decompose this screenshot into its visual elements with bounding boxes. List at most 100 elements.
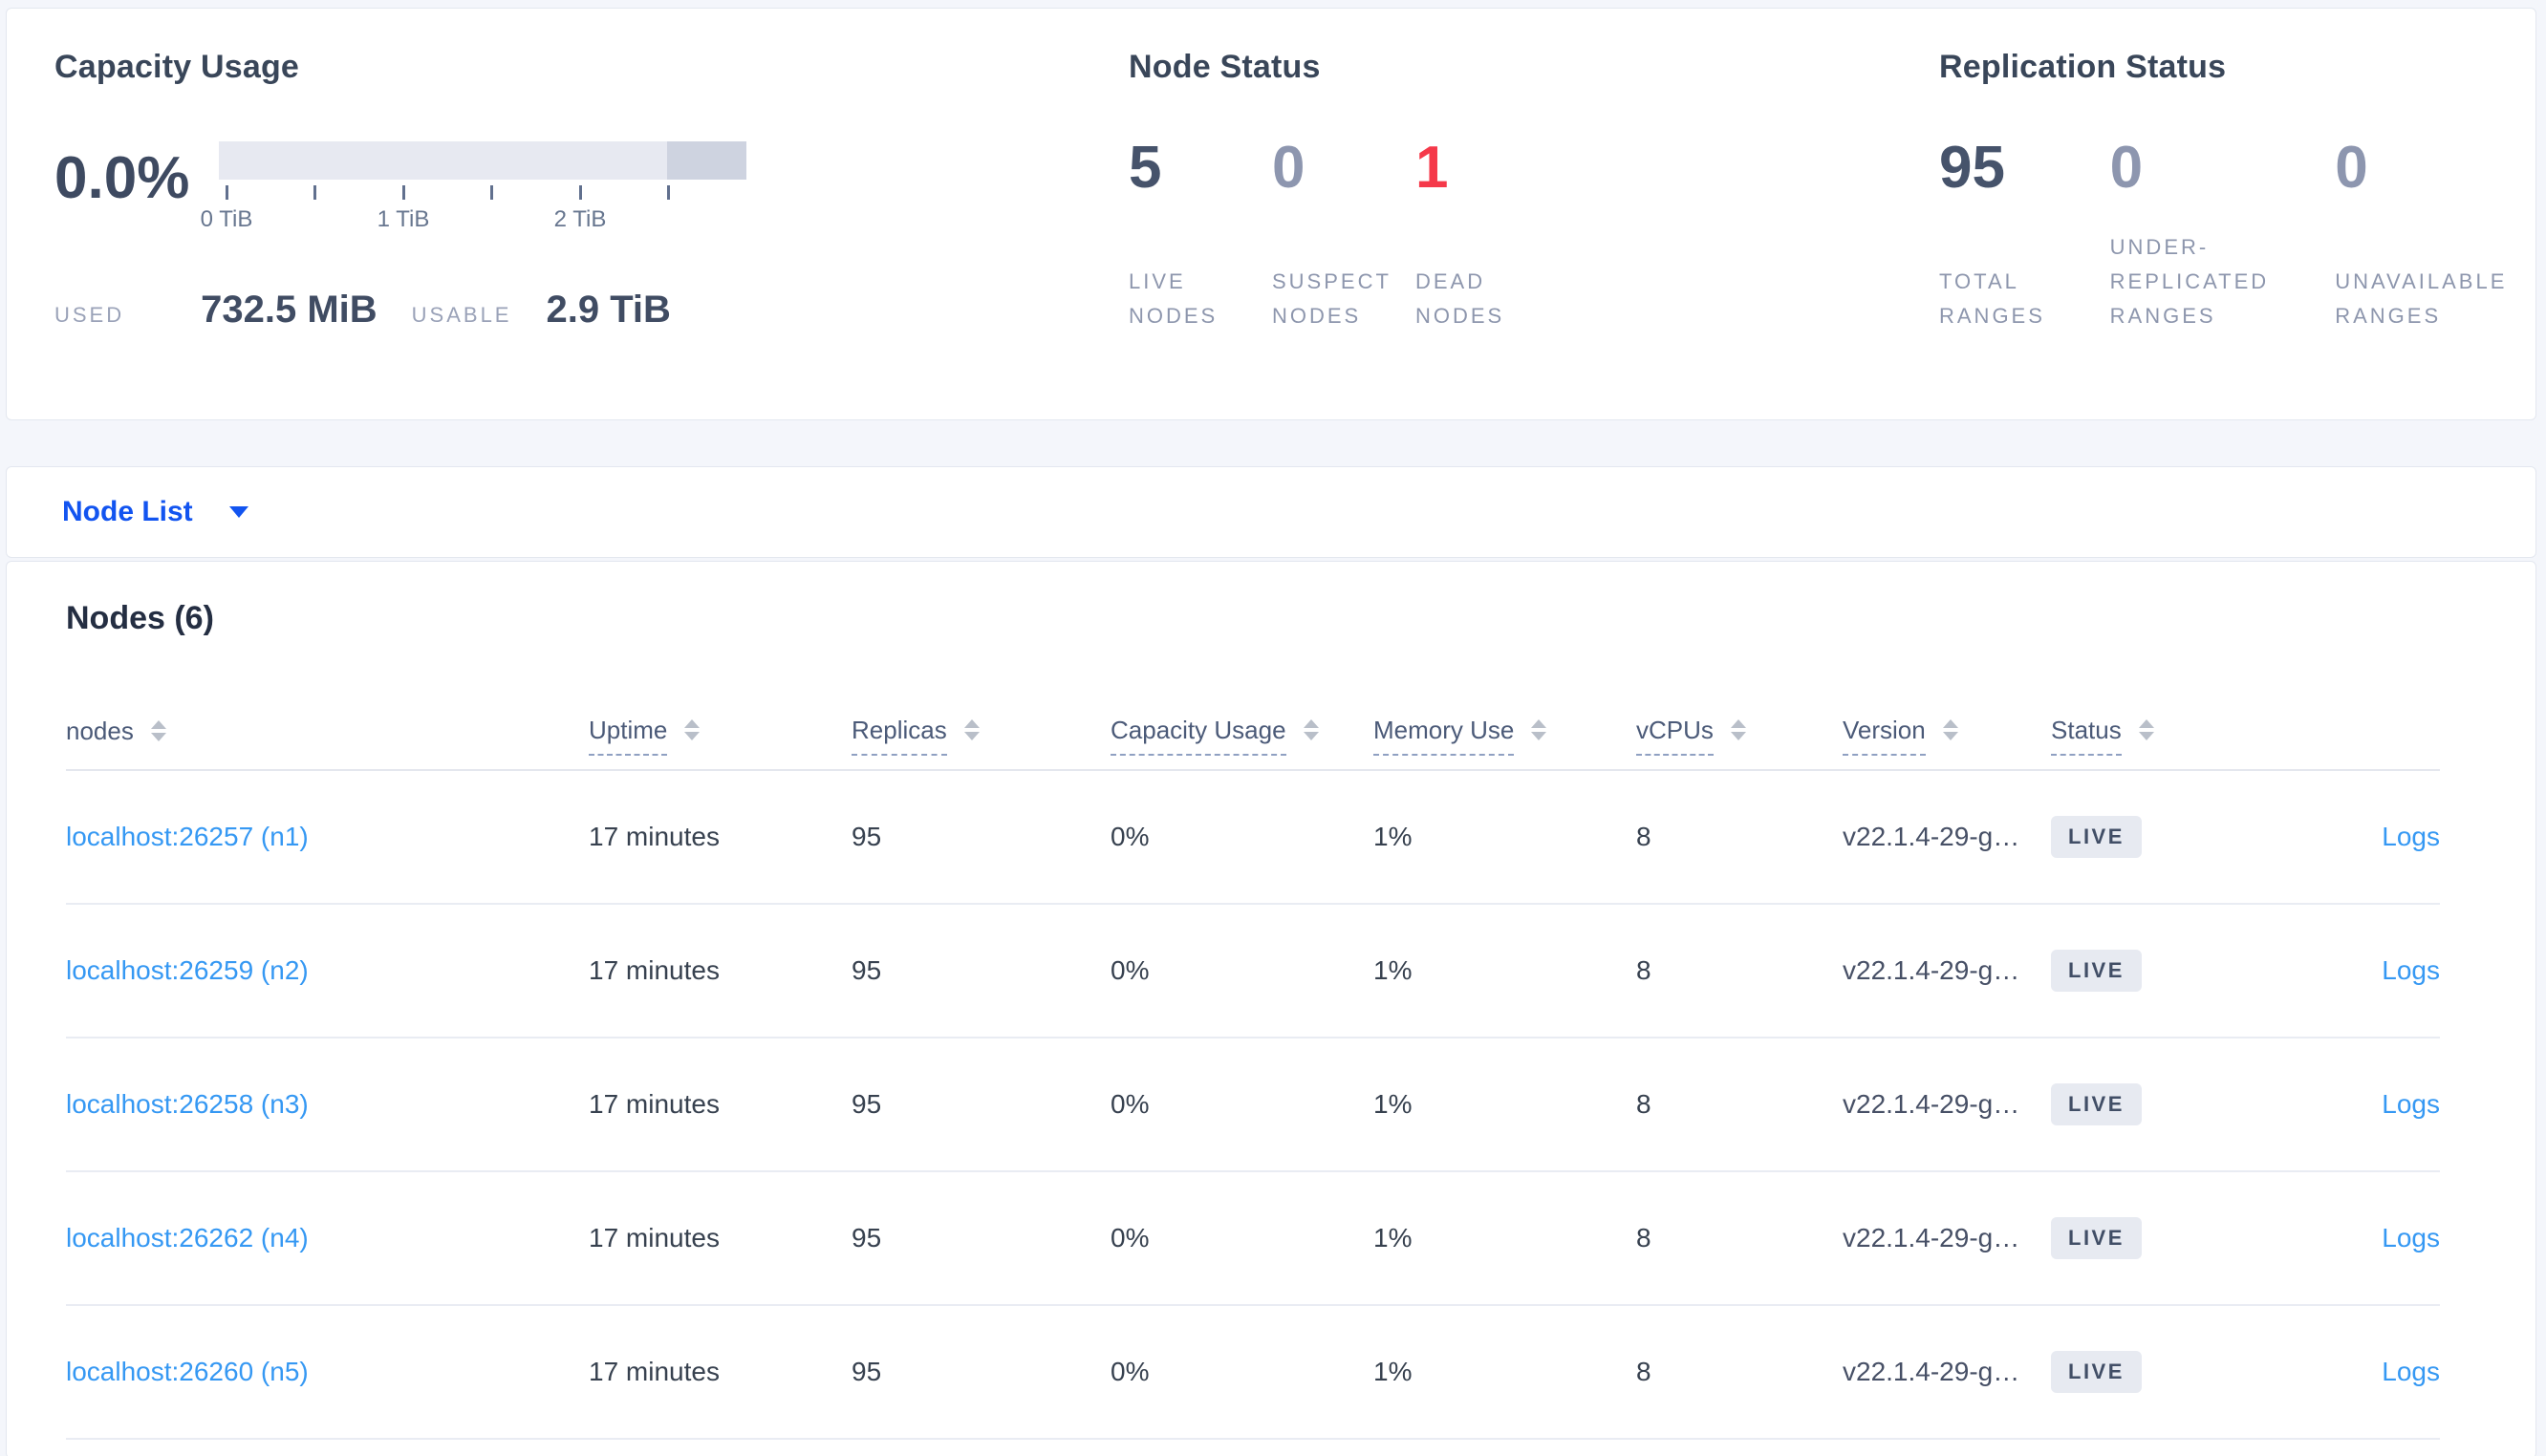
table-row: localhost:26259 (n2) 17 minutes 95 0% 1%…	[66, 905, 2440, 1038]
chevron-down-icon	[228, 506, 248, 518]
table-row: localhost:26262 (n4) 17 minutes 95 0% 1%…	[66, 1172, 2440, 1306]
capacity-usage-title: Capacity Usage	[54, 49, 300, 85]
memory-cell: 1%	[1373, 822, 1413, 851]
capacity-bar-block: 0 TiB 1 TiB 2 TiB	[201, 141, 746, 233]
under-replicated-stat: 0 UNDER-REPLICATED RANGES	[2110, 135, 2336, 332]
sort-icon[interactable]	[150, 720, 166, 741]
version-cell: v22.1.4-29-g…	[1843, 1223, 2020, 1253]
dead-nodes-label: DEAD NODES	[1415, 268, 1505, 328]
node-link[interactable]: localhost:26260 (n5)	[66, 1357, 309, 1386]
column-header-capacity-usage[interactable]: Capacity Usage	[1111, 716, 1373, 756]
capacity-usage-values: USED 732.5 MiB USABLE 2.9 TiB	[54, 289, 1087, 332]
sort-icon[interactable]	[1531, 719, 1547, 740]
suspect-nodes-stat: 0 SUSPECT NODES	[1272, 135, 1415, 332]
memory-cell: 1%	[1373, 955, 1413, 985]
uptime-cell: 17 minutes	[589, 822, 720, 851]
column-header-nodes[interactable]: nodes	[66, 717, 589, 755]
replicas-cell: 95	[852, 822, 882, 851]
column-header-version[interactable]: Version	[1843, 716, 2051, 756]
status-badge: LIVE	[2051, 1083, 2142, 1125]
logs-link[interactable]: Logs	[2382, 1089, 2440, 1119]
column-header-status[interactable]: Status	[2051, 716, 2247, 756]
used-value: 732.5 MiB	[201, 289, 378, 331]
unavailable-ranges-value: 0	[2335, 135, 2368, 201]
logs-link[interactable]: Logs	[2382, 822, 2440, 851]
column-header-vcpus[interactable]: vCPUs	[1636, 716, 1843, 756]
sort-icon[interactable]	[1730, 719, 1746, 740]
live-nodes-value: 5	[1129, 135, 1162, 201]
axis-tick-label: 0 TiB	[200, 206, 253, 232]
version-cell: v22.1.4-29-g…	[1843, 1089, 2020, 1119]
vcpus-cell: 8	[1636, 1223, 1651, 1253]
axis-tick	[667, 185, 670, 200]
used-label: USED	[54, 303, 125, 327]
axis-tick	[226, 185, 228, 200]
replicas-cell: 95	[852, 955, 882, 985]
replicas-cell: 95	[852, 1223, 882, 1253]
usable-label: USABLE	[411, 303, 512, 327]
capacity-cell: 0%	[1111, 822, 1150, 851]
sort-icon[interactable]	[684, 719, 701, 740]
live-nodes-label: LIVE NODES	[1129, 268, 1219, 328]
total-ranges-value: 95	[1939, 135, 2005, 201]
uptime-cell: 17 minutes	[589, 955, 720, 985]
node-link[interactable]: localhost:26259 (n2)	[66, 955, 309, 985]
capacity-bar	[219, 141, 746, 180]
version-cell: v22.1.4-29-g…	[1843, 955, 2020, 985]
capacity-bar-used-segment	[667, 141, 746, 180]
logs-link[interactable]: Logs	[2382, 955, 2440, 985]
view-selector-bar: Node List	[6, 466, 2536, 558]
capacity-gauge: 0.0% 0 TiB 1 TiB 2 TiB	[54, 141, 1087, 233]
replication-status-title: Replication Status	[1939, 49, 2227, 85]
column-header-uptime[interactable]: Uptime	[589, 716, 852, 756]
version-cell: v22.1.4-29-g…	[1843, 1357, 2020, 1386]
vcpus-cell: 8	[1636, 822, 1651, 851]
node-status-title: Node Status	[1129, 49, 1321, 85]
node-link[interactable]: localhost:26262 (n4)	[66, 1223, 309, 1253]
version-cell: v22.1.4-29-g…	[1843, 822, 2020, 851]
memory-cell: 1%	[1373, 1357, 1413, 1386]
node-list-dropdown-label: Node List	[62, 496, 193, 527]
nodes-panel: Nodes (6) nodes Uptime Replicas Capacity…	[6, 561, 2536, 1456]
axis-tick	[490, 185, 493, 200]
sort-icon[interactable]	[1303, 719, 1319, 740]
replicas-cell: 95	[852, 1089, 882, 1119]
node-list-dropdown[interactable]: Node List	[62, 496, 248, 528]
suspect-nodes-label: SUSPECT NODES	[1272, 268, 1392, 328]
sort-icon[interactable]	[1942, 719, 1958, 740]
capacity-cell: 0%	[1111, 1357, 1150, 1386]
axis-tick	[402, 185, 405, 200]
capacity-percent: 0.0%	[54, 145, 190, 211]
logs-link[interactable]: Logs	[2382, 1357, 2440, 1386]
sort-icon[interactable]	[963, 719, 980, 740]
status-badge: LIVE	[2051, 1351, 2142, 1393]
node-link[interactable]: localhost:26258 (n3)	[66, 1089, 309, 1119]
column-header-label: Uptime	[589, 716, 668, 756]
axis-tick-label: 2 TiB	[553, 206, 607, 232]
column-header-label: Capacity Usage	[1111, 716, 1286, 756]
dead-nodes-value: 1	[1415, 135, 1449, 201]
vcpus-cell: 8	[1636, 1357, 1651, 1386]
node-status-section: Node Status 5 LIVE NODES 0 SUSPECT NODES…	[1129, 49, 1931, 332]
unavailable-ranges-label: UNAVAILABLE RANGES	[2335, 268, 2508, 328]
memory-cell: 1%	[1373, 1089, 1413, 1119]
logs-link[interactable]: Logs	[2382, 1223, 2440, 1253]
axis-tick	[313, 185, 316, 200]
usable-value: 2.9 TiB	[546, 289, 671, 331]
axis-tick	[579, 185, 582, 200]
replication-status-section: Replication Status 95 TOTAL RANGES 0 UND…	[1939, 49, 2546, 332]
replication-stats: 95 TOTAL RANGES 0 UNDER-REPLICATED RANGE…	[1939, 135, 2546, 332]
nodes-table-header: nodes Uptime Replicas Capacity Usage Mem…	[66, 702, 2440, 771]
sort-icon[interactable]	[2138, 719, 2154, 740]
column-header-label: vCPUs	[1636, 716, 1714, 756]
uptime-cell: 17 minutes	[589, 1089, 720, 1119]
capacity-cell: 0%	[1111, 1089, 1150, 1119]
dead-nodes-stat: 1 DEAD NODES	[1415, 135, 1559, 332]
vcpus-cell: 8	[1636, 1089, 1651, 1119]
replicas-cell: 95	[852, 1357, 882, 1386]
column-header-label: nodes	[66, 717, 134, 745]
node-link[interactable]: localhost:26257 (n1)	[66, 822, 309, 851]
column-header-replicas[interactable]: Replicas	[852, 716, 1111, 756]
column-header-memory-use[interactable]: Memory Use	[1373, 716, 1636, 756]
capacity-usage-section: Capacity Usage 0.0% 0 TiB 1 TiB 2 TiB US…	[54, 49, 1087, 332]
